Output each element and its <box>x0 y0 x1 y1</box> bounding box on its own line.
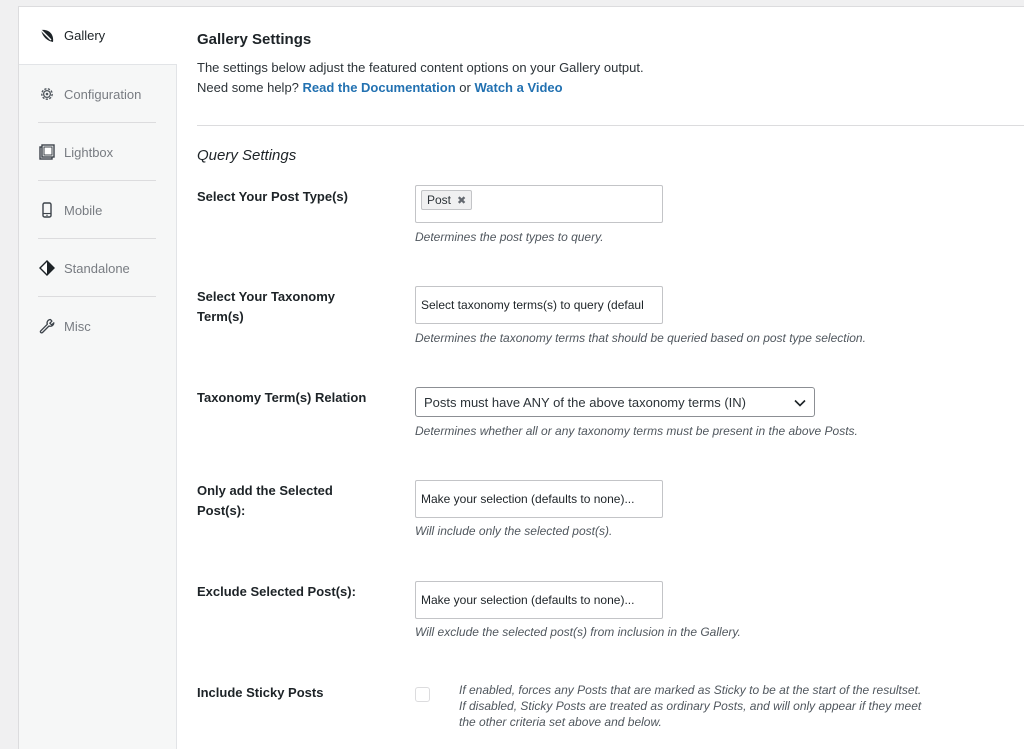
exclude-selected-label: Exclude Selected Post(s): <box>197 584 356 599</box>
gear-icon <box>38 85 56 103</box>
sidebar-item-lightbox[interactable]: Lightbox <box>19 123 176 181</box>
exclude-selected-field[interactable]: Make your selection (defaults to none)..… <box>415 581 663 619</box>
taxonomy-terms-label: Select Your Taxonomy Term(s) <box>197 289 335 324</box>
taxonomy-relation-help: Determines whether all or any taxonomy t… <box>415 424 858 438</box>
sidebar-item-label: Lightbox <box>64 144 114 160</box>
taxonomy-relation-label: Taxonomy Term(s) Relation <box>197 390 367 405</box>
post-type-help: Determines the post types to query. <box>415 230 604 244</box>
sidebar-item-label: Standalone <box>64 260 130 276</box>
help-line: Need some help? Read the Documentation o… <box>197 78 644 98</box>
settings-sidebar: Gallery Configuration Lightbox Mobile St… <box>19 7 177 749</box>
sticky-posts-label: Include Sticky Posts <box>197 685 324 700</box>
only-selected-label: Only add the Selected Post(s): <box>197 483 333 518</box>
standalone-icon <box>38 259 56 277</box>
video-link[interactable]: Watch a Video <box>474 80 562 95</box>
only-selected-help: Will include only the selected post(s). <box>415 524 613 538</box>
help-prefix: Need some help? <box>197 80 299 95</box>
page-description: The settings below adjust the featured c… <box>197 58 644 98</box>
page-title: Gallery Settings <box>197 31 312 48</box>
only-selected-field[interactable]: Make your selection (defaults to none)..… <box>415 480 663 518</box>
sticky-posts-checkbox[interactable] <box>415 687 430 702</box>
chevron-down-icon <box>794 395 806 410</box>
sticky-posts-help: If enabled, forces any Posts that are ma… <box>459 683 922 729</box>
post-type-select[interactable]: Post ✖ <box>415 185 663 223</box>
or-text: or <box>459 80 471 95</box>
sidebar-item-label: Configuration <box>64 86 142 102</box>
sidebar-item-configuration[interactable]: Configuration <box>19 65 176 123</box>
exclude-selected-help: Will exclude the selected post(s) from i… <box>415 625 741 639</box>
wrench-icon <box>38 317 56 335</box>
sidebar-item-label: Misc <box>64 318 91 334</box>
taxonomy-terms-input[interactable]: Select taxonomy terms(s) to query (defau… <box>415 286 663 324</box>
tag-label: Post <box>427 193 452 207</box>
remove-tag-icon[interactable]: ✖ <box>457 194 466 207</box>
mobile-icon <box>38 201 56 219</box>
section-title: Query Settings <box>197 147 297 164</box>
post-type-label: Select Your Post Type(s) <box>197 189 348 204</box>
sidebar-item-label: Gallery <box>64 28 106 43</box>
settings-panel: Gallery Configuration Lightbox Mobile St… <box>18 6 1024 749</box>
documentation-link[interactable]: Read the Documentation <box>303 80 456 95</box>
only-selected-input[interactable]: Make your selection (defaults to none)..… <box>415 480 663 518</box>
header-divider <box>197 125 1024 126</box>
lightbox-icon <box>38 143 56 161</box>
post-type-tag-field[interactable]: Post ✖ <box>415 185 663 223</box>
sidebar-item-label: Mobile <box>64 202 103 218</box>
taxonomy-terms-field[interactable]: Select taxonomy terms(s) to query (defau… <box>415 286 663 324</box>
sidebar-item-misc[interactable]: Misc <box>19 297 176 355</box>
exclude-selected-input[interactable]: Make your selection (defaults to none)..… <box>415 581 663 619</box>
post-type-tag: Post ✖ <box>421 190 473 210</box>
settings-content: Gallery Settings The settings below adju… <box>197 7 1024 749</box>
taxonomy-relation-field[interactable]: Posts must have ANY of the above taxonom… <box>415 387 815 417</box>
description-text: The settings below adjust the featured c… <box>197 60 644 75</box>
leaf-icon <box>38 27 56 45</box>
sidebar-item-gallery[interactable]: Gallery <box>19 7 177 65</box>
taxonomy-relation-value: Posts must have ANY of the above taxonom… <box>424 394 747 410</box>
taxonomy-terms-help: Determines the taxonomy terms that shoul… <box>415 331 866 345</box>
sidebar-item-standalone[interactable]: Standalone <box>19 239 176 297</box>
taxonomy-relation-select[interactable]: Posts must have ANY of the above taxonom… <box>415 387 815 417</box>
sidebar-item-mobile[interactable]: Mobile <box>19 181 176 239</box>
